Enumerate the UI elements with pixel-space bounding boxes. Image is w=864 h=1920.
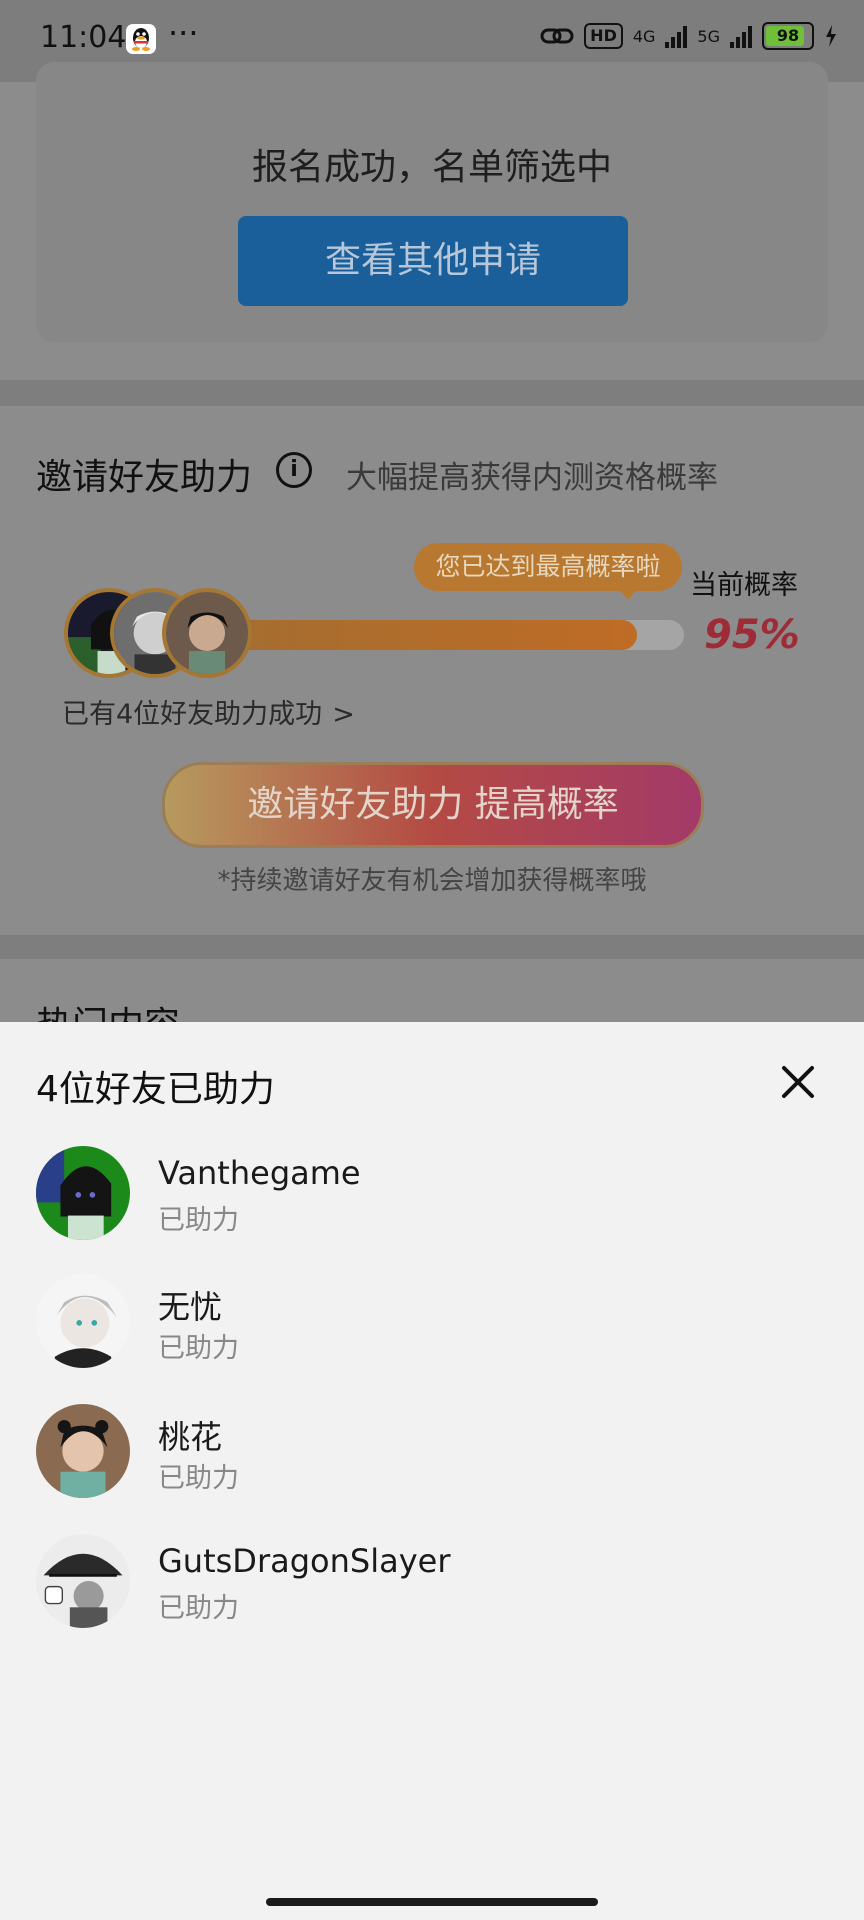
friend-row: Vanthegame 已助力: [36, 1146, 836, 1246]
battery-level: 98: [776, 26, 800, 45]
max-probability-bubble: 您已达到最高概率啦: [414, 543, 682, 591]
friend-status: 已助力: [158, 1333, 239, 1364]
status-indicators: HD 4G 5G 98: [540, 22, 838, 50]
view-other-applications-button[interactable]: 查看其他申请: [238, 216, 628, 306]
status-time: 11:04: [40, 20, 127, 55]
charging-icon: [826, 25, 836, 47]
invite-section-subtitle: 大幅提高获得内测资格概率: [346, 460, 718, 496]
friend-avatar: [36, 1146, 130, 1240]
network-5g-label: 5G: [697, 26, 720, 46]
helped-friends-link[interactable]: 已有4位好友助力成功 >: [62, 692, 355, 731]
helped-friends-text: 已有4位好友助力成功: [62, 699, 323, 730]
invite-section-title: 邀请好友助力: [36, 457, 253, 498]
helpers-bottom-sheet: 4位好友已助力 Vanthegame 已助力 无忧 已助力 桃花 已助力 Gut…: [0, 1022, 864, 1920]
friend-avatar: [36, 1534, 130, 1628]
friend-avatar: [36, 1404, 130, 1498]
current-probability-label: 当前概率: [690, 570, 798, 601]
signup-result-card: 报名成功，名单筛选中 查看其他申请: [36, 62, 828, 342]
friend-row: 桃花 已助力: [36, 1404, 836, 1504]
signal-4g-icon: [665, 24, 688, 48]
battery-icon: 98: [762, 22, 814, 50]
link-icon: [540, 28, 574, 44]
network-4g-label: 4G: [632, 26, 656, 46]
invite-tip: *持续邀请好友有机会增加获得概率哦: [217, 866, 647, 896]
friend-status: 已助力: [158, 1463, 239, 1494]
friend-name: Vanthegame: [158, 1154, 361, 1192]
friend-avatar: [36, 1274, 130, 1368]
friend-name: GutsDragonSlayer: [158, 1542, 451, 1580]
signal-5g-icon: [730, 24, 752, 48]
more-notifications-icon: ···: [168, 14, 199, 52]
home-indicator[interactable]: [266, 1898, 598, 1906]
section-divider: [0, 380, 864, 406]
probability-percent: 95%: [704, 612, 800, 658]
signup-status-title: 报名成功，名单筛选中: [251, 147, 612, 188]
sheet-title: 4位好友已助力: [36, 1069, 275, 1110]
friend-row: 无忧 已助力: [36, 1274, 836, 1374]
friend-row: GutsDragonSlayer 已助力: [36, 1534, 836, 1634]
friend-name: 无忧: [158, 1288, 223, 1326]
friend-status: 已助力: [158, 1205, 239, 1236]
invite-friends-button[interactable]: 邀请好友助力 提高概率: [162, 762, 704, 848]
chevron-right-icon: >: [332, 699, 355, 730]
friend-avatar-small-3: [162, 588, 252, 678]
bubble-tail: [618, 588, 638, 600]
info-icon[interactable]: i: [276, 452, 312, 488]
close-icon[interactable]: [778, 1062, 818, 1102]
friend-name: 桃花: [158, 1418, 223, 1456]
hd-badge: HD: [584, 23, 623, 49]
friend-status: 已助力: [158, 1593, 239, 1624]
qq-icon: [126, 24, 156, 54]
section-divider-2: [0, 935, 864, 959]
